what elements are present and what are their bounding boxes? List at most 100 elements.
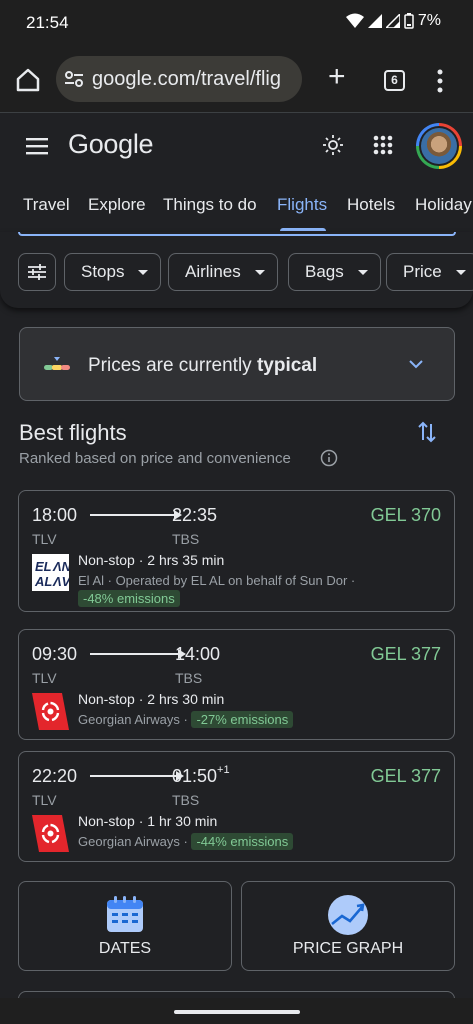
home-icon[interactable] [14, 66, 42, 94]
emissions-badge: -27% emissions [191, 711, 294, 728]
stops-duration: Non-stop · 1 hr 30 min [78, 813, 218, 829]
calendar-icon [107, 896, 143, 932]
flight-price: GEL 377 [370, 644, 441, 664]
departure-time: 09:30 [32, 644, 78, 664]
account-avatar[interactable] [416, 123, 462, 169]
stops-filter[interactable]: Stops [64, 253, 162, 291]
active-tab-indicator [280, 228, 326, 231]
georgian-airways-logo [32, 693, 69, 730]
price-filter-label: Price [403, 262, 442, 281]
dates-label: DATES [98, 940, 152, 957]
airlines-filter[interactable]: Airlines [168, 253, 278, 291]
tab-travel[interactable]: Travel [23, 195, 70, 215]
emissions-badge: -48% emissions [78, 590, 180, 607]
airlines-filter-label: Airlines [185, 262, 241, 281]
svg-text:EL: EL [35, 559, 52, 574]
signal-icon [367, 14, 382, 28]
arrival-time: 14:00 [175, 644, 221, 664]
stops-filter-label: Stops [81, 262, 125, 281]
travel-nav-tabs: Travel Explore Things to do Flights Hote… [0, 191, 473, 233]
tab-switcher-button[interactable]: 6 [384, 70, 405, 91]
chevron-down-icon [409, 360, 423, 369]
svg-text:ΛV: ΛV [52, 574, 69, 589]
bags-filter[interactable]: Bags [288, 253, 381, 291]
tab-things-to-do[interactable]: Things to do [163, 195, 257, 215]
chevron-down-icon [455, 269, 466, 275]
departure-time: 18:00 [32, 505, 78, 525]
flight-card[interactable]: 18:00 22:35 TLV TBS GEL 370 ELALΛNΛV Non… [18, 490, 455, 612]
apps-grid-icon[interactable] [373, 135, 393, 155]
sort-icon[interactable] [416, 420, 438, 444]
url-text: google.com/travel/flig [92, 68, 281, 90]
avatar-photo [421, 128, 457, 164]
price-graph-label: PRICE GRAPH [292, 940, 404, 957]
best-flights-title: Best flights [19, 420, 127, 445]
route-arrow [90, 510, 182, 520]
flight-card[interactable]: 22:20 01:50+1 TLV TBS GEL 377 Non-stop ·… [18, 751, 455, 862]
destination-airport: TBS [172, 531, 200, 547]
chevron-down-icon [254, 269, 265, 275]
browser-toolbar: google.com/travel/flig + 6 [0, 48, 473, 112]
svg-text:AL: AL [34, 574, 52, 589]
tab-hotels[interactable]: Hotels [347, 195, 395, 215]
chevron-down-icon [357, 269, 368, 275]
origin-airport: TLV [32, 531, 57, 547]
price-status: typical [256, 355, 318, 376]
route-arrow [90, 649, 186, 659]
tab-holiday[interactable]: Holiday [415, 195, 472, 215]
status-bar: 21:54 7% [0, 0, 473, 48]
stops-duration: Non-stop · 2 hrs 30 min [78, 691, 225, 707]
emissions-row: -48% emissions [78, 590, 180, 607]
airline-name: Georgian Airways · -27% emissions [78, 711, 294, 728]
tab-explore[interactable]: Explore [88, 195, 146, 215]
airline-name: El Al · Operated by EL AL on behalf of S… [78, 573, 356, 588]
flight-card[interactable]: 09:30 14:00 TLV TBS GEL 377 Non-stop · 2… [18, 629, 455, 740]
new-tab-icon[interactable]: + [328, 62, 346, 92]
search-form-edge [18, 232, 456, 236]
google-logo[interactable]: Google [68, 129, 154, 160]
arrival-time: 01:50+1 [172, 764, 230, 786]
price-insight-text: Prices are currently typical [88, 355, 318, 376]
best-flights-subtitle: Ranked based on price and convenience [19, 450, 291, 467]
price-level-icon [44, 357, 70, 370]
stops-duration: Non-stop · 2 hrs 35 min [78, 552, 225, 568]
day-offset: +1 [217, 764, 230, 776]
arrival-time: 22:35 [172, 505, 218, 525]
battery-percent: 7% [417, 12, 441, 29]
info-icon[interactable] [320, 449, 338, 467]
hamburger-menu-icon[interactable] [26, 137, 48, 155]
el-al-logo: ELALΛNΛV [32, 554, 69, 591]
google-header: Google Travel Explore Things to do Fligh… [0, 112, 473, 232]
more-menu-icon[interactable] [430, 67, 450, 95]
flight-price: GEL 370 [370, 505, 441, 525]
filter-bar: Stops Airlines Bags Price [0, 232, 473, 308]
filter-sliders-icon [28, 264, 46, 280]
price-graph-button[interactable]: PRICE GRAPH [241, 881, 455, 971]
destination-airport: TBS [175, 670, 203, 686]
svg-text:ΛN: ΛN [52, 559, 69, 574]
origin-airport: TLV [32, 792, 57, 808]
flight-price: GEL 377 [370, 766, 441, 786]
battery-icon [404, 13, 414, 29]
theme-sun-icon[interactable] [322, 134, 344, 156]
address-bar[interactable]: google.com/travel/flig [56, 56, 302, 102]
price-graph-icon [328, 895, 368, 935]
gesture-bar [0, 998, 473, 1024]
airline-name: Georgian Airways · -44% emissions [78, 833, 294, 850]
signal-icon-2 [385, 14, 400, 28]
departure-time: 22:20 [32, 766, 78, 786]
all-filters-button[interactable] [18, 253, 56, 291]
destination-airport: TBS [172, 792, 200, 808]
status-time: 21:54 [26, 13, 69, 32]
route-arrow [90, 771, 184, 781]
home-gesture-handle[interactable] [174, 1010, 300, 1014]
bags-filter-label: Bags [305, 262, 344, 281]
dates-button[interactable]: DATES [18, 881, 232, 971]
chevron-down-icon [138, 269, 149, 275]
price-filter[interactable]: Price [386, 253, 473, 291]
emissions-badge: -44% emissions [191, 833, 294, 850]
tab-flights[interactable]: Flights [277, 195, 327, 215]
wifi-icon [345, 13, 364, 28]
price-insight-banner[interactable]: Prices are currently typical [19, 327, 455, 401]
site-settings-icon[interactable] [64, 69, 84, 89]
